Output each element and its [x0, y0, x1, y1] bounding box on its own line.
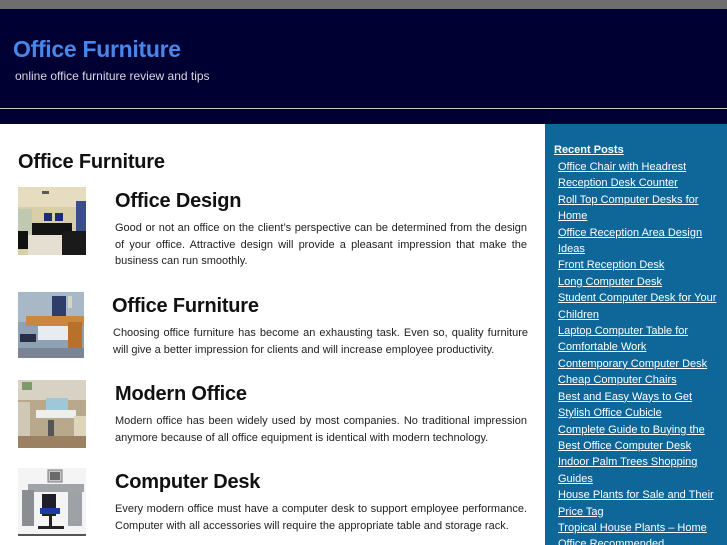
list-item: Indoor Palm Trees Shopping Guides: [558, 454, 721, 487]
post-excerpt: Good or not an office on the client’s pe…: [115, 222, 527, 267]
list-item: Complete Guide to Buying the Best Office…: [558, 422, 721, 455]
recent-post-link[interactable]: Student Computer Desk for Your Children: [558, 292, 716, 320]
page-heading: Office Furniture: [18, 151, 165, 173]
site-header: Office Furniture online office furniture…: [0, 9, 727, 124]
list-item: Long Computer Desk: [558, 274, 721, 290]
recent-post-link[interactable]: Laptop Computer Table for Comfortable Wo…: [558, 325, 688, 353]
office-lobby-thumbnail[interactable]: [18, 187, 86, 255]
recent-post-link[interactable]: Roll Top Computer Desks for Home: [558, 194, 698, 222]
recent-post-link[interactable]: Cheap Computer Chairs: [558, 374, 677, 386]
recent-post-link[interactable]: Front Reception Desk: [558, 259, 664, 271]
recent-post-link[interactable]: Office Reception Area Design Ideas: [558, 227, 702, 255]
office-desk-thumbnail[interactable]: [18, 292, 84, 358]
post-title-link[interactable]: Office Design: [115, 190, 242, 213]
header-divider: [0, 108, 727, 109]
recent-posts-heading[interactable]: Recent Posts: [554, 142, 721, 158]
modern-cubicle-thumbnail[interactable]: [18, 380, 86, 448]
list-item: House Plants for Sale and Their Price Ta…: [558, 487, 721, 520]
post-title-link[interactable]: Modern Office: [115, 383, 247, 406]
recent-post-link[interactable]: Indoor Palm Trees Shopping Guides: [558, 456, 697, 484]
recent-post-link[interactable]: House Plants for Sale and Their Price Ta…: [558, 489, 714, 517]
office-desk-image: [18, 292, 84, 358]
sidebar: Recent Posts Office Chair with Headrest …: [545, 124, 727, 545]
recent-post-link[interactable]: Long Computer Desk: [558, 276, 662, 288]
list-item: Best and Easy Ways to Get Stylish Office…: [558, 389, 721, 422]
post-excerpt: Choosing office furniture has become an …: [113, 327, 528, 356]
post-excerpt: Every modern office must have a computer…: [115, 503, 527, 532]
computer-desk-image: [18, 468, 86, 536]
list-item: Office Reception Area Design Ideas: [558, 225, 721, 258]
recent-posts-list: Office Chair with Headrest Reception Des…: [554, 159, 721, 545]
site-title-link[interactable]: Office Furniture: [13, 36, 181, 63]
list-item: Reception Desk Counter: [558, 175, 721, 191]
list-item: Contemporary Computer Desk: [558, 356, 721, 372]
main-content: Office Furniture Office Design Good or n…: [0, 124, 545, 545]
list-item: Laptop Computer Table for Comfortable Wo…: [558, 323, 721, 356]
recent-post-link[interactable]: Best and Easy Ways to Get Stylish Office…: [558, 391, 692, 419]
post-title-link[interactable]: Office Furniture: [112, 295, 259, 318]
recent-post-link[interactable]: Tropical House Plants – Home Office Reco…: [558, 522, 707, 545]
computer-desk-thumbnail[interactable]: [18, 468, 86, 536]
post-title-link[interactable]: Computer Desk: [115, 471, 260, 494]
list-item: Office Chair with Headrest: [558, 159, 721, 175]
modern-cubicle-image: [18, 380, 86, 448]
office-lobby-image: [18, 187, 86, 255]
top-bar: [0, 0, 727, 9]
list-item: Roll Top Computer Desks for Home: [558, 192, 721, 225]
list-item: Cheap Computer Chairs: [558, 372, 721, 388]
recent-post-link[interactable]: Reception Desk Counter: [558, 177, 678, 189]
recent-post-link[interactable]: Complete Guide to Buying the Best Office…: [558, 424, 705, 452]
site-tagline: online office furniture review and tips: [15, 69, 210, 83]
recent-post-link[interactable]: Office Chair with Headrest: [558, 161, 686, 173]
list-item: Student Computer Desk for Your Children: [558, 290, 721, 323]
list-item: Front Reception Desk: [558, 257, 721, 273]
recent-post-link[interactable]: Contemporary Computer Desk: [558, 358, 707, 370]
post-excerpt: Modern office has been widely used by mo…: [115, 415, 527, 444]
list-item: Tropical House Plants – Home Office Reco…: [558, 520, 721, 545]
